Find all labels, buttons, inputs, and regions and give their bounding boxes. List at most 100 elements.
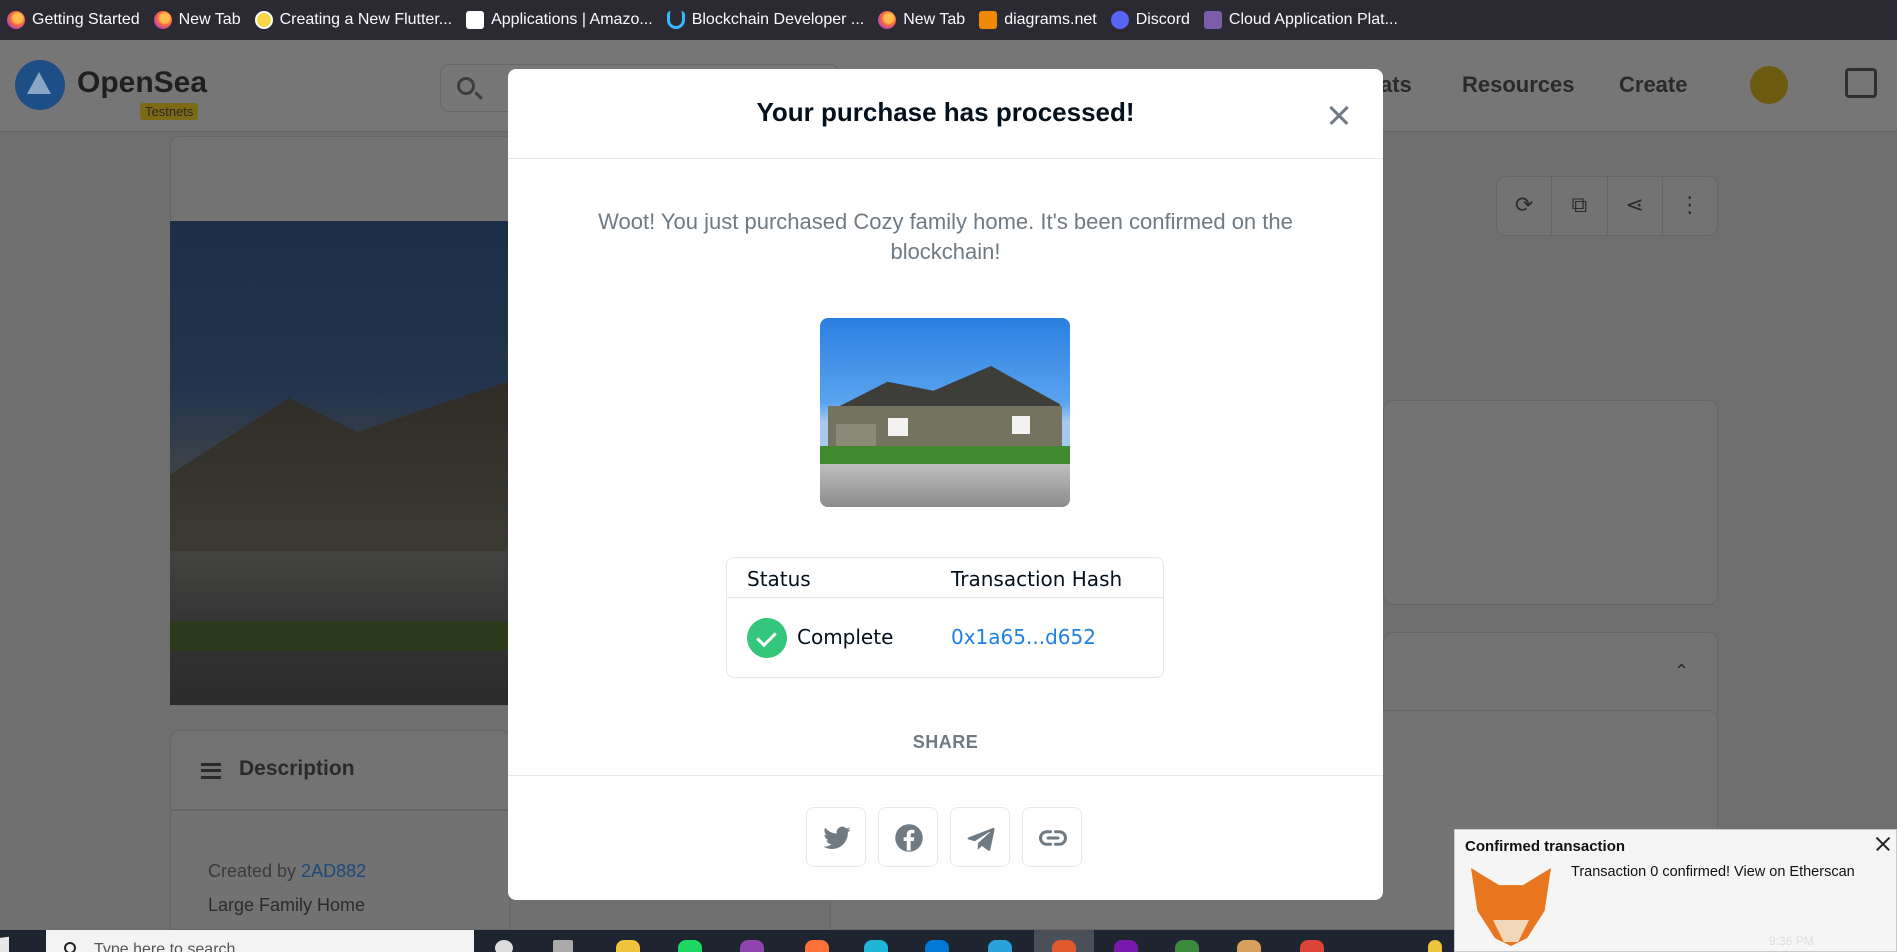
heroku-icon (1203, 11, 1222, 29)
nft-image (820, 318, 1070, 507)
avatar[interactable] (1750, 66, 1788, 104)
windows-start-icon[interactable] (0, 936, 9, 952)
firefox-icon (153, 11, 172, 29)
flutter-icon (254, 11, 273, 29)
description-lines-icon (201, 763, 221, 779)
firefox-icon[interactable] (805, 940, 829, 952)
creator-link[interactable]: 2AD882 (301, 861, 366, 881)
listing-panel: ⌃ (1383, 632, 1718, 722)
share-button[interactable]: ⋖ (1608, 177, 1663, 235)
modal-title: Your purchase has processed! (756, 97, 1135, 127)
copy-link-button[interactable] (1022, 807, 1082, 867)
divider (508, 775, 1383, 776)
brand-name: OpenSea (77, 66, 208, 99)
created-by: Created by 2AD882 (208, 861, 367, 881)
taskbar-search-placeholder: Type here to search (94, 941, 236, 952)
notification-text[interactable]: Transaction 0 confirmed! View on Ethersc… (1571, 864, 1855, 880)
onenote-icon[interactable] (1114, 940, 1138, 952)
file-explorer-icon[interactable] (616, 940, 640, 952)
bookmarks-bar: Getting Started New Tab Creating a New F… (0, 0, 1897, 40)
bookmark-flutter[interactable]: Creating a New Flutter... (248, 0, 460, 40)
chrome-icon[interactable] (1300, 940, 1324, 952)
item-description: Large Family Home (208, 895, 366, 915)
grass-shape (170, 621, 510, 651)
telegram-icon[interactable] (988, 940, 1012, 952)
postman-icon[interactable] (1052, 940, 1076, 952)
vscode-icon[interactable] (925, 940, 949, 952)
more-button[interactable]: ⋮ (1663, 177, 1717, 235)
roof-shape (830, 366, 1060, 411)
taskbar-clock[interactable]: 9:36 PM (1769, 934, 1814, 948)
asset-image (170, 221, 510, 705)
refresh-button[interactable]: ⟳ (1497, 177, 1553, 235)
facebook-icon (895, 824, 923, 852)
transaction-table-header: Status Transaction Hash (727, 558, 1163, 598)
telegram-icon (967, 827, 995, 851)
bookmark-discord[interactable]: Discord (1104, 0, 1197, 40)
link-icon (1039, 830, 1067, 846)
firefox-icon (7, 11, 25, 29)
bookmark-heroku[interactable]: Cloud Application Plat... (1197, 0, 1405, 40)
house-shape (170, 381, 510, 551)
firefox-icon (878, 11, 897, 29)
transaction-hash-link[interactable]: 0x1a65...d652 (951, 625, 1096, 649)
window-shape (888, 418, 908, 436)
status-header: Status (747, 567, 811, 591)
bookmark-getting-started[interactable]: Getting Started (0, 0, 147, 40)
discord-icon (1110, 11, 1129, 29)
asset-toolbar: ⟳ ⧉ ⋖ ⋮ (1496, 176, 1718, 236)
description-header[interactable]: Description (170, 730, 510, 810)
share-facebook-button[interactable] (878, 807, 938, 867)
purchase-message: Woot! You just purchased Cozy family hom… (598, 209, 1293, 264)
tray-app-icon[interactable] (1428, 940, 1442, 952)
podcast-app-icon[interactable] (740, 940, 764, 952)
close-icon[interactable] (1323, 99, 1355, 131)
bookmark-amazon[interactable]: Applications | Amazo... (459, 0, 660, 40)
garage-shape (836, 424, 876, 448)
lawn-shape (820, 446, 1070, 464)
udacity-icon (666, 11, 685, 29)
bookmark-udacity[interactable]: Blockchain Developer ... (660, 0, 872, 40)
testnets-badge: Testnets (140, 103, 199, 120)
status-value: Complete (797, 625, 894, 649)
open-external-button[interactable]: ⧉ (1552, 177, 1608, 235)
nav-create[interactable]: Create (1619, 72, 1687, 98)
notepad-icon[interactable] (1175, 940, 1199, 952)
search-icon (64, 942, 76, 952)
edge-icon[interactable] (864, 940, 888, 952)
notification-title: Confirmed transaction (1465, 838, 1626, 855)
refresh-icon: ⟳ (1514, 192, 1534, 217)
road-shape (820, 464, 1070, 507)
search-icon (457, 77, 475, 95)
description-title: Description (239, 757, 355, 780)
wallet-icon[interactable] (1845, 68, 1877, 98)
twitter-icon (823, 826, 851, 850)
spotify-icon[interactable] (678, 940, 702, 952)
external-link-icon: ⧉ (1571, 192, 1588, 217)
more-vertical-icon: ⋮ (1678, 192, 1701, 217)
drawio-icon (979, 11, 998, 29)
share-twitter-button[interactable] (806, 807, 866, 867)
chevron-up-icon[interactable]: ⌃ (1674, 661, 1689, 682)
metamask-notification[interactable]: Confirmed transaction Transaction 0 conf… (1454, 829, 1897, 952)
nav-resources[interactable]: Resources (1462, 72, 1575, 98)
nav-stats[interactable]: ats (1380, 72, 1412, 98)
bookmark-new-tab[interactable]: New Tab (147, 0, 248, 40)
bookmark-diagrams[interactable]: diagrams.net (972, 0, 1104, 40)
taskbar-search-input[interactable]: Type here to search (46, 930, 474, 952)
package-icon[interactable] (1237, 940, 1261, 952)
opensea-logo-icon[interactable] (15, 60, 65, 110)
share-icon: ⋖ (1625, 192, 1644, 217)
close-icon[interactable] (1873, 834, 1893, 854)
hash-header: Transaction Hash (951, 567, 1123, 591)
bookmark-new-tab-2[interactable]: New Tab (871, 0, 972, 40)
windows-taskbar: Type here to search (0, 930, 1454, 952)
share-telegram-button[interactable] (950, 807, 1010, 867)
window-shape (1012, 416, 1030, 434)
task-view-icon[interactable] (553, 940, 573, 952)
transaction-table: Status Transaction Hash Complete 0x1a65.… (726, 557, 1164, 678)
purchase-success-modal: Your purchase has processed! Woot! You j… (508, 69, 1383, 900)
cortana-icon[interactable] (495, 940, 513, 952)
amazon-icon (466, 11, 485, 29)
price-panel (1383, 400, 1718, 605)
